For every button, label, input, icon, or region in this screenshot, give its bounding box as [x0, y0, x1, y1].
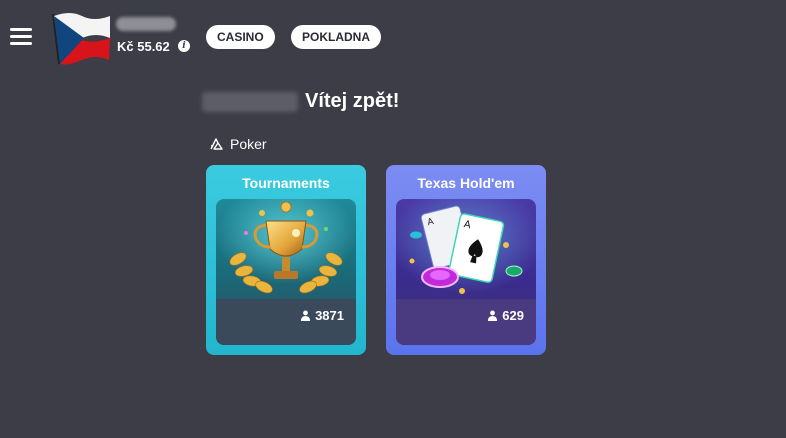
section-header-poker: Poker: [208, 136, 267, 152]
czech-flag-icon: [52, 13, 110, 65]
player-count-value: 3871: [315, 308, 344, 323]
menu-button[interactable]: [10, 28, 32, 46]
tile-card: A A 629: [396, 199, 536, 345]
player-count: 3871: [300, 308, 344, 323]
tile-card: 3871: [216, 199, 356, 345]
username-redacted: [116, 17, 176, 31]
hamburger-icon: [10, 28, 32, 31]
tile-title: Tournaments: [242, 175, 330, 191]
user-icon: [488, 310, 498, 321]
nav-pokladna-button[interactable]: POKLADNA: [291, 25, 381, 49]
tile-tournaments[interactable]: Tournaments 3871: [206, 165, 366, 355]
player-count-value: 629: [502, 308, 524, 323]
tile-texas-holdem[interactable]: Texas Hold'em A A 629: [386, 165, 546, 355]
player-count: 629: [487, 308, 524, 323]
tile-title: Texas Hold'em: [417, 175, 515, 191]
info-icon[interactable]: i: [178, 40, 190, 52]
section-label: Poker: [230, 136, 267, 152]
nav-casino-button[interactable]: CASINO: [206, 25, 275, 49]
balance: Kč 55.62: [117, 39, 170, 54]
trophy-illustration: [216, 199, 356, 299]
welcome-heading: Vítej zpět!: [305, 90, 400, 112]
poker-cards-icon: [210, 138, 223, 150]
welcome-username-redacted: [202, 92, 298, 112]
user-icon: [300, 310, 311, 321]
cards-and-chips-illustration: A A: [396, 199, 536, 299]
